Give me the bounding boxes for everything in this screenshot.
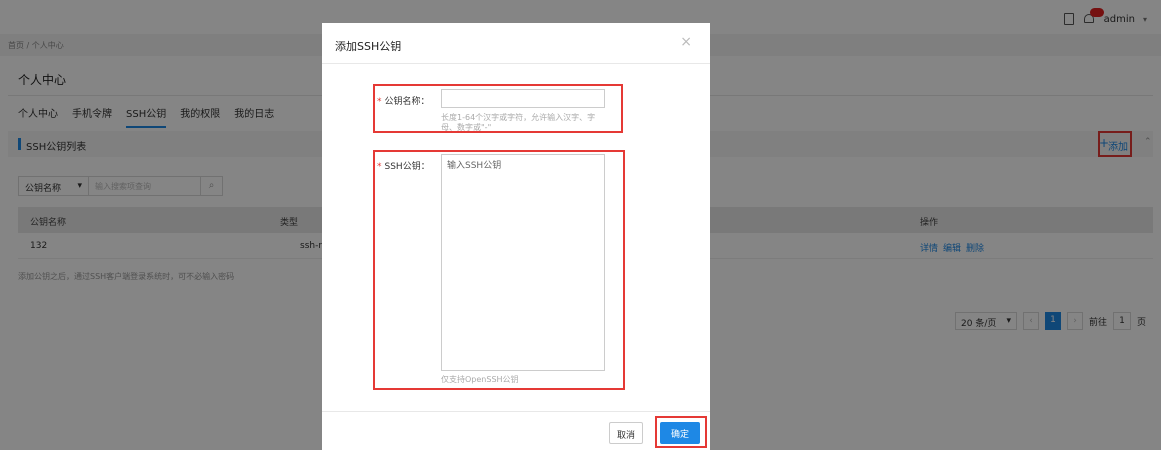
dialog-title: 添加SSH公钥: [335, 40, 402, 53]
footer-divider: [322, 411, 710, 412]
ssh-key-label-text: SSH公钥：: [384, 162, 430, 172]
key-name-label-text: 公钥名称：: [384, 97, 430, 107]
ssh-key-textarea[interactable]: 输入SSH公钥: [441, 154, 605, 371]
key-name-input[interactable]: [441, 89, 605, 108]
required-mark: *: [377, 162, 382, 172]
cancel-button[interactable]: 取消: [609, 422, 643, 444]
required-mark: *: [377, 97, 382, 107]
key-name-hint: 长度1-64个汉字或字符，允许输入汉字、字母、数字或"-": [441, 113, 596, 132]
add-ssh-key-dialog: 添加SSH公钥 × * 公钥名称： 长度1-64个汉字或字符，允许输入汉字、字母、…: [322, 23, 710, 450]
ssh-key-label: * SSH公钥：: [377, 159, 430, 172]
close-icon[interactable]: ×: [680, 34, 692, 50]
key-name-label: * 公钥名称：: [377, 94, 430, 107]
confirm-button[interactable]: 确定: [660, 422, 700, 444]
dialog-divider: [322, 63, 710, 64]
ssh-key-hint: 仅支持OpenSSH公钥: [441, 375, 519, 384]
